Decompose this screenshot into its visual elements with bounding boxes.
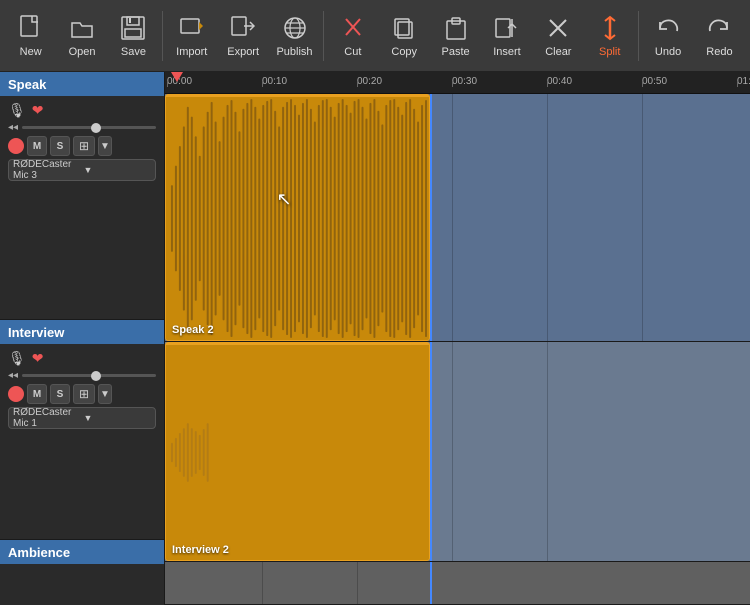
paste-icon [441,13,471,43]
speak-heart-icon: ❤ [32,102,44,119]
speak-timeline-track[interactable]: Speak 2 ↖ [165,94,750,342]
interview-solo-button[interactable]: S [50,384,70,404]
clear-icon [543,13,573,43]
speak-clip-label: Speak 2 [172,324,214,336]
interview-playhead-line [430,342,432,561]
cut-button[interactable]: Cut [328,5,377,67]
open-icon [67,13,97,43]
sep2 [323,11,324,61]
ambience-grid-line-2 [357,562,358,604]
sep3 [638,11,639,61]
interview-volume-slider[interactable] [22,374,156,377]
redo-icon [704,13,734,43]
split-button[interactable]: Split [585,5,634,67]
ruler-mark-1: 00:10 [262,76,287,87]
speak-device-select[interactable]: RØDECaster Mic 3 ▼ [8,159,156,181]
interview-dropdown-button[interactable]: ▼ [98,384,112,404]
interview-track-label: Interview [0,320,164,344]
import-button[interactable]: Import [167,5,216,67]
ruler-mark-6: 01:00 [737,76,750,87]
new-button[interactable]: New [6,5,55,67]
speak-dropdown-button[interactable]: ▼ [98,136,112,156]
sep1 [162,11,163,61]
open-button[interactable]: Open [57,5,106,67]
grid-line-3 [452,94,453,341]
undo-button[interactable]: Undo [643,5,692,67]
insert-button[interactable]: Insert [482,5,531,67]
left-panel: Speak 🎙 ❤ ◂◂ M S ⊞ ▼ [0,72,165,605]
ambience-grid-line-1 [262,562,263,604]
speak-icons-row: 🎙 ❤ [8,102,156,119]
interview-grid-line-4 [547,342,548,561]
export-icon [228,13,258,43]
speak-playhead-line [430,94,432,341]
interview-btn-row: M S ⊞ ▼ [8,384,156,404]
split-icon [595,13,625,43]
import-icon [177,13,207,43]
interview-mic-icon: 🎙 [8,350,26,367]
tracks-container: Speak 2 ↖ [165,94,750,605]
grid-line-5 [642,94,643,341]
grid-line-4 [547,94,548,341]
speak-record-button[interactable] [8,138,24,154]
timeline-area: 00:00 00:10 00:20 00:30 00:40 00:50 01:0… [165,72,750,605]
save-icon [118,13,148,43]
ambience-track-label: Ambience [0,540,164,564]
speak-mixer-button[interactable]: ⊞ [73,136,95,156]
speak-solo-button[interactable]: S [50,136,70,156]
insert-icon [492,13,522,43]
interview-timeline-track[interactable]: Interview 2 [165,342,750,562]
speak-waveform [166,97,429,340]
interview-heart-icon: ❤ [32,350,44,367]
speak-mic-icon: 🎙 [8,102,26,119]
speak-track-label: Speak [0,72,164,96]
ruler-mark-2: 00:20 [357,76,382,87]
new-icon [16,13,46,43]
interview-vol-low-icon: ◂◂ [8,370,18,381]
interview-clip-label: Interview 2 [172,544,229,556]
redo-button[interactable]: Redo [695,5,744,67]
speak-volume-slider[interactable] [22,126,156,129]
clear-button[interactable]: Clear [534,5,583,67]
timeline-ruler[interactable]: 00:00 00:10 00:20 00:30 00:40 00:50 01:0… [165,72,750,94]
export-button[interactable]: Export [218,5,267,67]
ruler-mark-3: 00:30 [452,76,477,87]
speak-btn-row: M S ⊞ ▼ [8,136,156,156]
speak-audio-clip[interactable]: Speak 2 ↖ [165,94,430,341]
interview-mute-button[interactable]: M [27,384,47,404]
publish-button[interactable]: Publish [270,5,319,67]
speak-device-chevron: ▼ [84,165,152,175]
volume-low-icon: ◂◂ [8,122,18,133]
speak-mute-button[interactable]: M [27,136,47,156]
speak-track-controls: Speak 🎙 ❤ ◂◂ M S ⊞ ▼ [0,72,164,320]
ambience-timeline-track[interactable] [165,562,750,605]
copy-icon [389,13,419,43]
interview-volume-row: ◂◂ [8,370,156,381]
ruler-mark-5: 00:50 [642,76,667,87]
ruler-marks: 00:00 00:10 00:20 00:30 00:40 00:50 01:0… [165,72,750,93]
save-button[interactable]: Save [109,5,158,67]
interview-device-chevron: ▼ [84,413,152,423]
main-area: Speak 🎙 ❤ ◂◂ M S ⊞ ▼ [0,72,750,605]
cut-icon [338,13,368,43]
publish-icon [280,13,310,43]
paste-button[interactable]: Paste [431,5,480,67]
interview-record-button[interactable] [8,386,24,402]
interview-icons-row: 🎙 ❤ [8,350,156,367]
interview-grid-line-3 [452,342,453,561]
ambience-playhead-line [430,562,432,604]
undo-icon [653,13,683,43]
interview-mixer-button[interactable]: ⊞ [73,384,95,404]
toolbar: New Open Save Import [0,0,750,72]
playhead-marker [171,72,183,82]
speak-volume-row: ◂◂ [8,122,156,133]
interview-track-controls: Interview 🎙 ❤ ◂◂ M S ⊞ ▼ [0,320,164,540]
interview-device-select[interactable]: RØDECaster Mic 1 ▼ [8,407,156,429]
interview-audio-clip[interactable]: Interview 2 [165,342,430,561]
interview-waveform [166,345,429,560]
copy-button[interactable]: Copy [380,5,429,67]
ruler-mark-4: 00:40 [547,76,572,87]
